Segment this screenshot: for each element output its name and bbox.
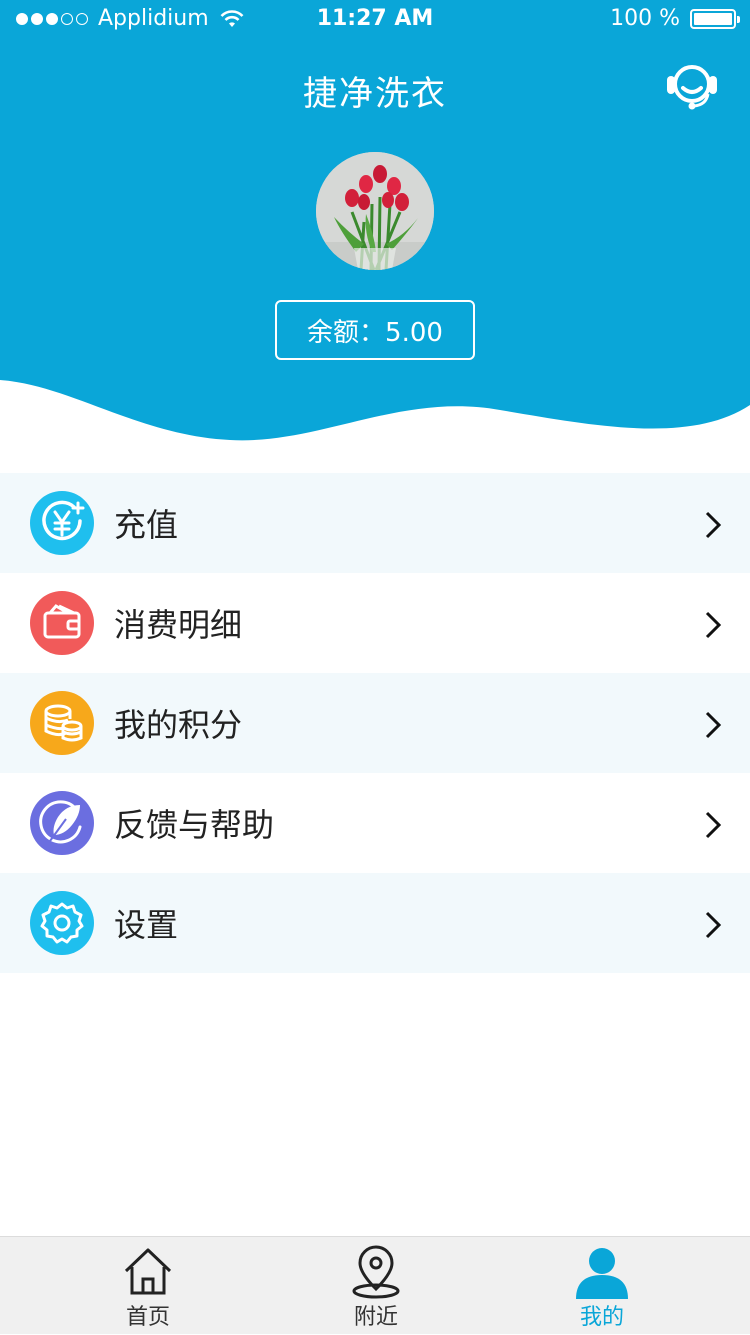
battery-icon: [690, 8, 740, 29]
chevron-right-icon: [705, 611, 722, 639]
menu-item-settings[interactable]: 设置: [0, 873, 750, 973]
battery-percent: 100 %: [610, 6, 680, 31]
user-icon: [576, 1248, 628, 1299]
menu-list: 充值 消费明细 我的积分 反馈与帮助 设置: [0, 473, 750, 973]
tab-mine[interactable]: 我的: [522, 1237, 682, 1335]
menu-item-recharge[interactable]: 充值: [0, 473, 750, 573]
profile-header: Applidium 11:27 AM 100 % 捷净洗衣 余额：5.00: [0, 0, 750, 450]
feather-icon: [30, 791, 94, 855]
coins-icon: [30, 691, 94, 755]
chevron-right-icon: [705, 911, 722, 939]
status-bar: Applidium 11:27 AM 100 %: [0, 0, 750, 40]
menu-item-expense-details[interactable]: 消费明细: [0, 573, 750, 673]
menu-item-my-points[interactable]: 我的积分: [0, 673, 750, 773]
chevron-right-icon: [705, 711, 722, 739]
page-title: 捷净洗衣: [303, 74, 447, 114]
menu-item-label: 消费明细: [114, 606, 243, 644]
tulip-bouquet-image: [316, 152, 434, 270]
menu-item-feedback-help[interactable]: 反馈与帮助: [0, 773, 750, 873]
balance-display: 余额：5.00: [275, 300, 475, 360]
menu-item-label: 我的积分: [114, 706, 243, 744]
avatar[interactable]: [316, 152, 434, 270]
tab-home[interactable]: 首页: [68, 1237, 228, 1335]
tab-label: 附近: [353, 1305, 398, 1330]
tab-label: 首页: [125, 1305, 170, 1330]
wallet-icon: [30, 591, 94, 655]
menu-item-label: 充值: [114, 506, 179, 544]
tab-label: 我的: [579, 1305, 624, 1330]
home-icon: [124, 1248, 172, 1295]
tab-bar: 首页 附近 我的: [0, 1236, 750, 1334]
yen-recharge-icon: [30, 491, 94, 555]
chevron-right-icon: [705, 511, 722, 539]
customer-service-button[interactable]: [664, 60, 720, 112]
menu-item-label: 反馈与帮助: [114, 806, 275, 844]
headset-icon: [667, 65, 717, 110]
chevron-right-icon: [705, 811, 722, 839]
tab-nearby[interactable]: 附近: [296, 1237, 456, 1335]
gear-icon: [30, 891, 94, 955]
location-pin-icon: [352, 1245, 400, 1299]
menu-item-label: 设置: [114, 906, 179, 944]
